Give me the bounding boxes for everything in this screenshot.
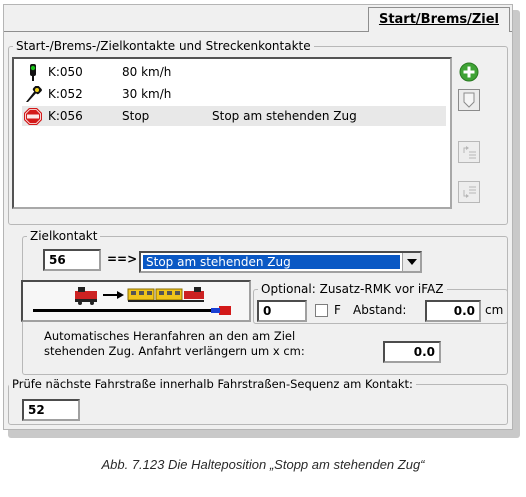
- auto-approach-text-line2: stehenden Zug. Anfahrt verlängern um x c…: [44, 344, 305, 358]
- stop-sign-icon: [24, 108, 42, 125]
- figure-caption: Abb. 7.123 Die Halteposition „Stopp am s…: [101, 457, 425, 472]
- tab-start-brems-ziel[interactable]: Start/Brems/Ziel: [367, 7, 510, 32]
- auto-extend-input[interactable]: 0.0: [383, 341, 441, 363]
- f-label: F: [334, 303, 341, 317]
- contacts-legend: Start-/Brems-/Zielkontakte und Streckenk…: [16, 39, 311, 53]
- route-legend: Prüfe nächste Fahrstraße innerhalb Fahrs…: [12, 377, 413, 391]
- contact-note: Stop am stehenden Zug: [212, 109, 357, 123]
- list-item[interactable]: K:050 80 km/h: [22, 62, 446, 82]
- contact-id: K:050: [48, 65, 83, 79]
- mode-dropdown[interactable]: Stop am stehenden Zug: [139, 251, 422, 273]
- mode-selected: Stop am stehenden Zug: [143, 255, 400, 269]
- distance-label: Abstand:: [353, 303, 407, 317]
- add-contact-button[interactable]: [458, 61, 480, 83]
- plus-icon: [459, 62, 479, 82]
- route-contact-input[interactable]: 52: [22, 399, 80, 421]
- arrow-text: ==>: [107, 252, 138, 266]
- contact-speed: Stop: [122, 109, 150, 123]
- route-group: Prüfe nächste Fahrstraße innerhalb Fahrs…: [8, 377, 508, 425]
- contact-speed: 80 km/h: [122, 65, 172, 79]
- yellow-signal-icon: [24, 85, 42, 103]
- contacts-list[interactable]: K:050 80 km/h K:052 30 km/h K:056 Stop S…: [12, 57, 452, 209]
- distance-input[interactable]: 0.0: [425, 300, 481, 322]
- move-down-icon: [463, 186, 476, 198]
- contact-id: K:056: [48, 109, 83, 123]
- remove-contact-button[interactable]: [458, 89, 480, 111]
- shield-icon: [463, 92, 475, 108]
- target-contact-input[interactable]: 56: [43, 249, 101, 271]
- chevron-down-icon[interactable]: [402, 253, 420, 271]
- optional-legend: Optional: Zusatz-RMK vor iFAZ: [261, 282, 444, 296]
- list-item[interactable]: K:052 30 km/h: [22, 84, 446, 104]
- contact-id: K:052: [48, 87, 83, 101]
- green-signal-icon: [24, 64, 42, 81]
- move-up-icon: [463, 146, 476, 159]
- dialog-panel: Start/Brems/Ziel Start-/Brems-/Zielkonta…: [3, 4, 513, 430]
- auto-approach-text-line1: Automatisches Heranfahren an den am Ziel: [44, 329, 296, 343]
- f-checkbox[interactable]: [315, 304, 328, 317]
- optional-rmk-input[interactable]: 0: [257, 300, 307, 322]
- move-up-button[interactable]: [458, 141, 480, 163]
- train-approach-icon: [33, 287, 231, 315]
- distance-unit: cm: [485, 303, 504, 317]
- contact-speed: 30 km/h: [122, 87, 172, 101]
- list-item[interactable]: K:056 Stop Stop am stehenden Zug: [22, 106, 446, 126]
- target-legend: Zielkontakt: [30, 229, 98, 243]
- move-down-button[interactable]: [458, 181, 480, 203]
- train-diagram: [21, 280, 251, 322]
